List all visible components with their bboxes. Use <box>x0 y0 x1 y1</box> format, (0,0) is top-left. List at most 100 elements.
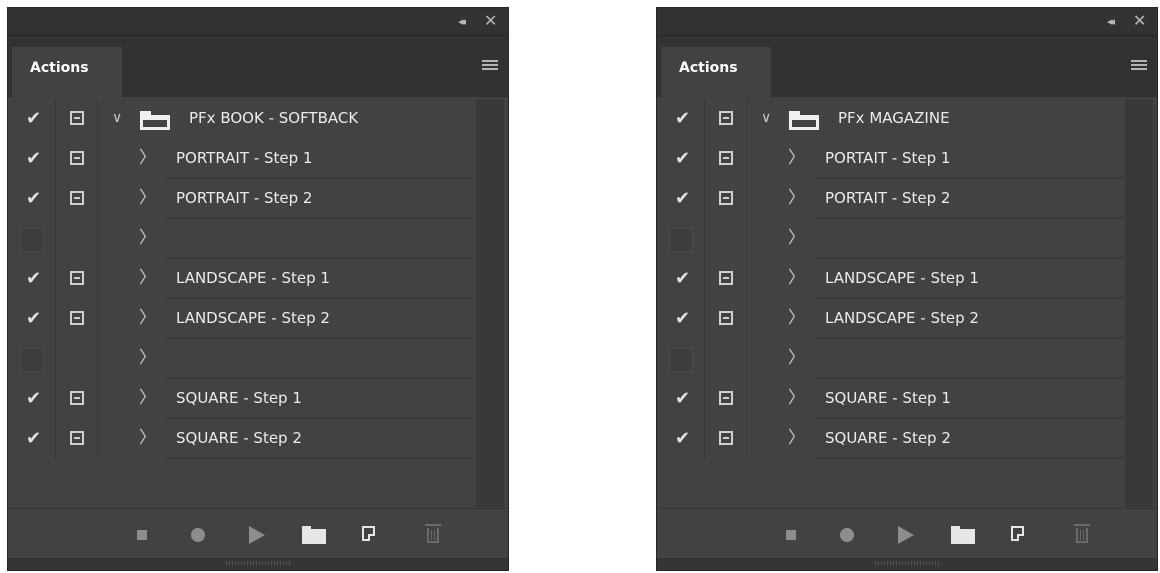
dialog-toggle-icon[interactable] <box>719 431 733 445</box>
check-icon[interactable]: ✔ <box>675 269 690 289</box>
check-icon[interactable]: ✔ <box>26 429 41 449</box>
chevron-right-icon[interactable]: 〉 <box>139 228 156 248</box>
toggle-item-column[interactable]: ✔ <box>661 139 705 179</box>
action-row[interactable]: ✔ 〉 PORTRAIT - Step 2 <box>12 179 474 219</box>
new-action-icon[interactable] <box>362 526 375 541</box>
chevron-right-icon[interactable]: 〉 <box>788 388 805 408</box>
action-row[interactable]: ✔ 〉 LANDSCAPE - Step 1 <box>12 259 474 299</box>
chevron-right-icon[interactable]: 〉 <box>139 268 156 288</box>
toggle-dialog-column[interactable] <box>705 299 747 339</box>
play-icon[interactable] <box>898 526 914 544</box>
trash-icon[interactable] <box>425 524 441 544</box>
toggle-item-column[interactable]: ✔ <box>661 379 705 419</box>
toggle-dialog-column[interactable] <box>56 219 98 259</box>
toggle-item-column[interactable]: ✔ <box>12 99 56 139</box>
action-row[interactable]: 〉 <box>661 219 1123 259</box>
chevron-right-icon[interactable]: 〉 <box>139 308 156 328</box>
toggle-dialog-column[interactable] <box>705 379 747 419</box>
close-icon[interactable]: ✕ <box>1133 13 1147 29</box>
dialog-toggle-icon[interactable] <box>70 391 84 405</box>
action-row[interactable]: ✔ 〉 SQUARE - Step 1 <box>661 379 1123 419</box>
check-icon[interactable]: ✔ <box>675 309 690 329</box>
dialog-toggle-icon[interactable] <box>719 311 733 325</box>
toggle-item-column[interactable]: ✔ <box>12 379 56 419</box>
dialog-toggle-icon[interactable] <box>70 431 84 445</box>
action-row[interactable]: 〉 <box>12 339 474 379</box>
chevron-right-icon[interactable]: 〉 <box>139 388 156 408</box>
chevron-right-icon[interactable]: 〉 <box>788 148 805 168</box>
chevron-right-icon[interactable]: 〉 <box>139 188 156 208</box>
toggle-item-column[interactable] <box>661 339 705 379</box>
action-row[interactable]: ✔ 〉 SQUARE - Step 2 <box>12 419 474 459</box>
toggle-dialog-column[interactable] <box>705 179 747 219</box>
action-set-row[interactable]: ✔ ∨ PFx BOOK - SOFTBACK <box>12 99 474 139</box>
empty-toggle-box[interactable] <box>20 228 44 252</box>
dialog-toggle-icon[interactable] <box>719 111 733 125</box>
chevron-down-icon[interactable]: ∨ <box>761 108 771 128</box>
record-icon[interactable] <box>840 528 854 542</box>
chevron-right-icon[interactable]: 〉 <box>139 348 156 368</box>
tab-actions[interactable]: Actions <box>12 47 122 97</box>
dialog-toggle-icon[interactable] <box>70 311 84 325</box>
toggle-dialog-column[interactable] <box>56 379 98 419</box>
chevron-right-icon[interactable]: 〉 <box>788 228 805 248</box>
toggle-dialog-column[interactable] <box>56 99 98 139</box>
chevron-down-icon[interactable]: ∨ <box>112 108 122 128</box>
check-icon[interactable]: ✔ <box>26 149 41 169</box>
toggle-item-column[interactable] <box>12 219 56 259</box>
toggle-dialog-column[interactable] <box>56 259 98 299</box>
stop-icon[interactable] <box>786 530 796 540</box>
dialog-toggle-icon[interactable] <box>70 191 84 205</box>
check-icon[interactable]: ✔ <box>26 389 41 409</box>
panel-title-bar[interactable]: ◂◂ ✕ <box>8 8 508 36</box>
panel-menu-icon[interactable] <box>1131 60 1147 72</box>
new-action-icon[interactable] <box>1011 526 1024 541</box>
action-row[interactable]: ✔ 〉 LANDSCAPE - Step 2 <box>661 299 1123 339</box>
check-icon[interactable]: ✔ <box>675 189 690 209</box>
dialog-toggle-icon[interactable] <box>719 391 733 405</box>
panel-menu-icon[interactable] <box>482 60 498 72</box>
chevron-right-icon[interactable]: 〉 <box>139 148 156 168</box>
action-row[interactable]: ✔ 〉 PORTRAIT - Step 1 <box>12 139 474 179</box>
new-set-icon[interactable] <box>302 526 326 544</box>
empty-toggle-box[interactable] <box>669 348 693 372</box>
dialog-toggle-icon[interactable] <box>70 271 84 285</box>
action-row[interactable]: 〉 <box>661 339 1123 379</box>
check-icon[interactable]: ✔ <box>26 309 41 329</box>
action-row[interactable]: 〉 <box>12 219 474 259</box>
resize-grip-icon[interactable] <box>875 561 939 565</box>
resize-strip[interactable] <box>657 558 1157 570</box>
scrollbar[interactable] <box>1125 99 1153 507</box>
empty-toggle-box[interactable] <box>669 228 693 252</box>
trash-icon[interactable] <box>1074 524 1090 544</box>
check-icon[interactable]: ✔ <box>675 149 690 169</box>
check-icon[interactable]: ✔ <box>26 269 41 289</box>
check-icon[interactable]: ✔ <box>675 429 690 449</box>
chevron-right-icon[interactable]: 〉 <box>788 308 805 328</box>
toggle-dialog-column[interactable] <box>705 339 747 379</box>
action-row[interactable]: ✔ 〉 SQUARE - Step 1 <box>12 379 474 419</box>
empty-toggle-box[interactable] <box>20 348 44 372</box>
chevron-right-icon[interactable]: 〉 <box>788 268 805 288</box>
scrollbar[interactable] <box>476 99 504 507</box>
action-row[interactable]: ✔ 〉 PORTAIT - Step 2 <box>661 179 1123 219</box>
toggle-dialog-column[interactable] <box>705 259 747 299</box>
record-icon[interactable] <box>191 528 205 542</box>
toggle-item-column[interactable]: ✔ <box>12 139 56 179</box>
toggle-item-column[interactable]: ✔ <box>661 299 705 339</box>
dialog-toggle-icon[interactable] <box>70 111 84 125</box>
new-set-icon[interactable] <box>951 526 975 544</box>
play-icon[interactable] <box>249 526 265 544</box>
check-icon[interactable]: ✔ <box>26 189 41 209</box>
action-set-row[interactable]: ✔ ∨ PFx MAGAZINE <box>661 99 1123 139</box>
toggle-item-column[interactable]: ✔ <box>661 419 705 459</box>
toggle-dialog-column[interactable] <box>56 419 98 459</box>
chevron-right-icon[interactable]: 〉 <box>788 348 805 368</box>
panel-title-bar[interactable]: ◂◂ ✕ <box>657 8 1157 36</box>
toggle-item-column[interactable]: ✔ <box>12 259 56 299</box>
toggle-dialog-column[interactable] <box>56 339 98 379</box>
collapse-icon[interactable]: ◂◂ <box>458 16 472 28</box>
resize-grip-icon[interactable] <box>226 561 290 565</box>
toggle-item-column[interactable]: ✔ <box>12 179 56 219</box>
toggle-item-column[interactable]: ✔ <box>12 299 56 339</box>
